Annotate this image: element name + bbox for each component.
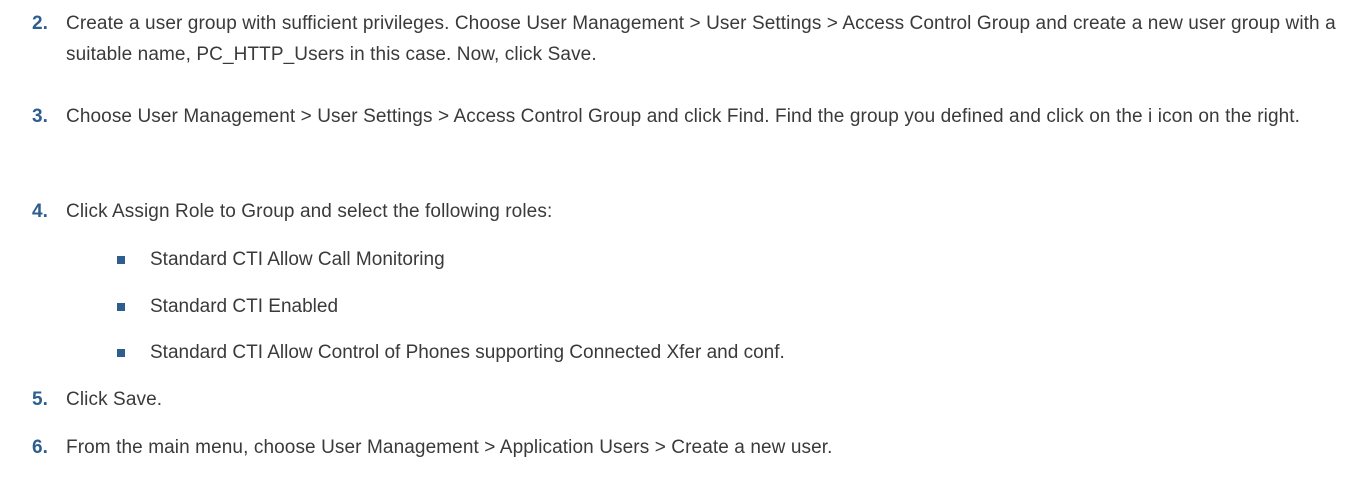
step-text: From the main menu, choose User Manageme… <box>66 437 833 458</box>
document-page: 2. Create a user group with sufficient p… <box>0 0 1370 502</box>
role-item: Standard CTI Allow Control of Phones sup… <box>117 337 1317 368</box>
role-text: Standard CTI Allow Control of Phones sup… <box>150 342 785 363</box>
step-5: 5. Click Save. <box>32 384 1352 415</box>
role-text: Standard CTI Allow Call Monitoring <box>150 249 445 270</box>
step-number: 6. <box>32 437 49 458</box>
step-text: Click Assign Role to Group and select th… <box>66 201 553 222</box>
role-item: Standard CTI Allow Call Monitoring <box>117 244 1317 275</box>
step-3: 3. Choose User Management > User Setting… <box>32 101 1352 132</box>
step-text: Click Save. <box>66 389 163 410</box>
step-6: 6. From the main menu, choose User Manag… <box>32 432 1352 463</box>
square-bullet-icon <box>117 349 125 357</box>
step-number: 5. <box>32 389 49 410</box>
step-number: 2. <box>32 13 49 34</box>
step-number: 3. <box>32 106 49 127</box>
role-text: Standard CTI Enabled <box>150 296 339 317</box>
square-bullet-icon <box>117 303 125 311</box>
step-2: 2. Create a user group with sufficient p… <box>32 8 1352 70</box>
step-number: 4. <box>32 201 49 222</box>
role-item: Standard CTI Enabled <box>117 291 1317 322</box>
step-4: 4. Click Assign Role to Group and select… <box>32 196 1352 227</box>
step-text: Create a user group with sufficient priv… <box>66 13 1336 65</box>
square-bullet-icon <box>117 256 125 264</box>
step-text: Choose User Management > User Settings >… <box>66 106 1301 127</box>
